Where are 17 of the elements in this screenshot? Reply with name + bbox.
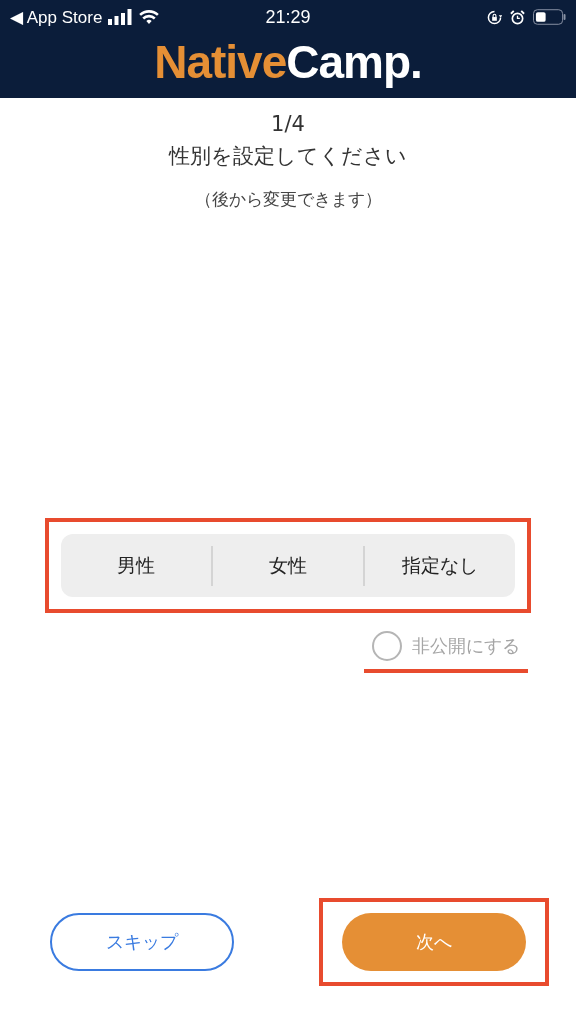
private-checkbox[interactable] [372, 631, 402, 661]
rotation-lock-icon [487, 9, 502, 25]
signal-icon [108, 9, 133, 25]
private-option-label: 非公開にする [412, 634, 520, 658]
nativecamp-logo: NativeCamp. [154, 35, 422, 90]
wifi-icon [138, 9, 161, 25]
skip-button[interactable]: スキップ [50, 913, 234, 971]
back-to-app-store-link[interactable]: ◀ App Store [10, 6, 103, 28]
alarm-icon [510, 9, 525, 25]
page-subtitle: （後から変更できます） [194, 188, 382, 211]
clock-time: 21:29 [264, 6, 312, 28]
gender-option[interactable]: 女性 [213, 534, 363, 597]
gender-option[interactable]: 指定なし [365, 534, 515, 597]
page-title: 性別を設定してください [169, 143, 407, 170]
gender-option[interactable]: 男性 [61, 534, 211, 597]
step-counter: 1/4 [271, 112, 305, 136]
battery-icon [533, 9, 566, 25]
